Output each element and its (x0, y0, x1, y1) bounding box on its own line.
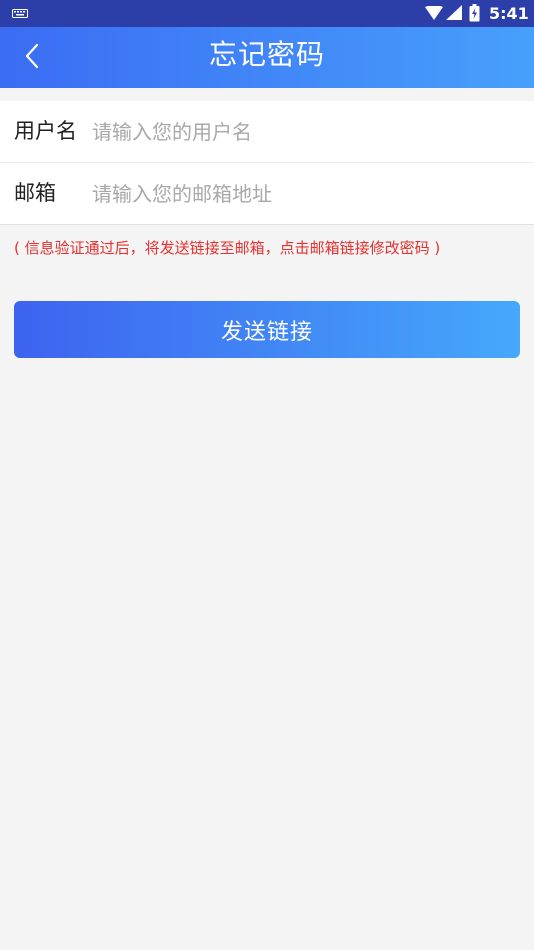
username-label: 用户名 (14, 119, 77, 143)
page-title: 忘记密码 (208, 38, 325, 71)
forgot-password-form: 用户名 邮箱 (0, 101, 534, 225)
username-row: 用户名 (0, 101, 534, 163)
wifi-icon (425, 6, 443, 20)
email-label: 邮箱 (14, 181, 56, 205)
cell-signal-icon (446, 5, 462, 20)
keyboard-icon (12, 9, 28, 18)
app-bar: 忘记密码 (0, 27, 534, 88)
username-input[interactable] (92, 113, 512, 151)
send-link-button[interactable]: 发送链接 (14, 301, 520, 358)
status-time: 5:41 (489, 4, 529, 23)
status-bar: 5:41 (0, 0, 534, 27)
battery-icon (469, 4, 480, 22)
chevron-left-icon (25, 43, 39, 69)
back-button[interactable] (14, 38, 50, 74)
email-row: 邮箱 (0, 163, 534, 225)
verification-hint: ( 信息验证通过后，将发送链接至邮箱，点击邮箱链接修改密码 ) (14, 239, 441, 257)
email-input[interactable] (92, 175, 512, 213)
